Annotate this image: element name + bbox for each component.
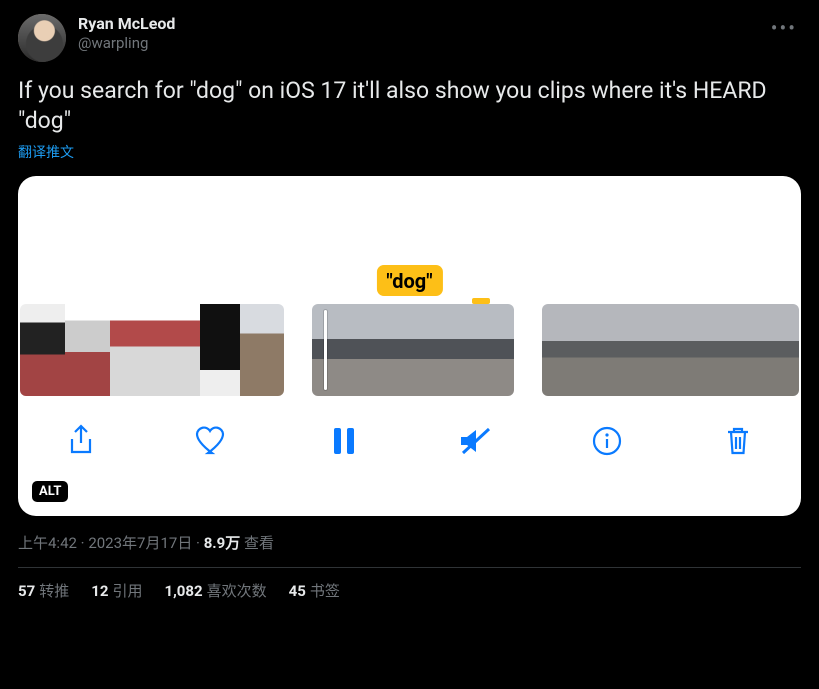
thumbnail (586, 304, 630, 396)
tweet-stats: 57转推 12引用 1,082喜欢次数 45书签 (18, 580, 801, 601)
mute-icon[interactable] (446, 418, 504, 464)
clip-strip-3[interactable] (542, 304, 799, 396)
thumbnail (416, 304, 468, 396)
thumbnail (110, 304, 155, 396)
stat-retweets[interactable]: 57转推 (18, 580, 69, 601)
more-options-button[interactable]: ••• (767, 14, 801, 42)
thumbnail (364, 304, 416, 396)
tweet-text: If you search for "dog" on iOS 17 it'll … (18, 76, 801, 136)
pause-icon[interactable] (315, 418, 373, 464)
display-name: Ryan McLeod (78, 14, 175, 34)
stat-bookmarks[interactable]: 45书签 (289, 580, 340, 601)
avatar[interactable] (18, 14, 66, 62)
heart-icon[interactable] (183, 418, 241, 464)
user-handle: @warpling (78, 34, 175, 53)
views-label: 查看 (244, 534, 274, 552)
share-icon[interactable] (52, 418, 110, 464)
tweet-date[interactable]: 2023年7月17日 (88, 534, 192, 552)
thumbnail (468, 304, 514, 396)
stat-quotes[interactable]: 12引用 (91, 580, 142, 601)
thumbnail (65, 304, 110, 396)
tweet-header: Ryan McLeod @warpling ••• (18, 14, 801, 62)
thumbnail (542, 304, 586, 396)
alt-badge[interactable]: ALT (32, 481, 68, 502)
caption-tag: "dog" (376, 265, 442, 296)
thumbnail (155, 304, 200, 396)
thumbnail (200, 304, 240, 396)
views-count[interactable]: 8.9万 (204, 534, 241, 552)
timeline-marker (472, 298, 490, 304)
media-attachment[interactable]: "dog" (18, 176, 801, 516)
info-icon[interactable] (578, 418, 636, 464)
trash-icon[interactable] (709, 418, 767, 464)
thumbnail (240, 304, 284, 396)
thumbnail (674, 304, 718, 396)
author-names[interactable]: Ryan McLeod @warpling (78, 14, 175, 53)
thumbnail (312, 304, 364, 396)
thumbnail (718, 304, 762, 396)
media-toolbar (18, 396, 801, 464)
tweet-container: Ryan McLeod @warpling ••• If you search … (0, 0, 819, 601)
tweet-time[interactable]: 上午4:42 (18, 534, 77, 552)
thumbnail (630, 304, 674, 396)
translate-link[interactable]: 翻译推文 (18, 142, 74, 162)
tweet-meta: 上午4:42 · 2023年7月17日 · 8.9万 查看 (18, 532, 801, 553)
meta-separator: · (77, 534, 88, 552)
video-timeline-strips (18, 304, 801, 396)
thumbnail (762, 304, 799, 396)
thumbnail (20, 304, 65, 396)
clip-strip-1[interactable] (20, 304, 284, 396)
divider (18, 567, 801, 568)
stat-likes[interactable]: 1,082喜欢次数 (164, 580, 266, 601)
clip-strip-2[interactable] (312, 304, 514, 396)
media-preview-top: "dog" (18, 176, 801, 304)
meta-separator: · (192, 534, 203, 552)
